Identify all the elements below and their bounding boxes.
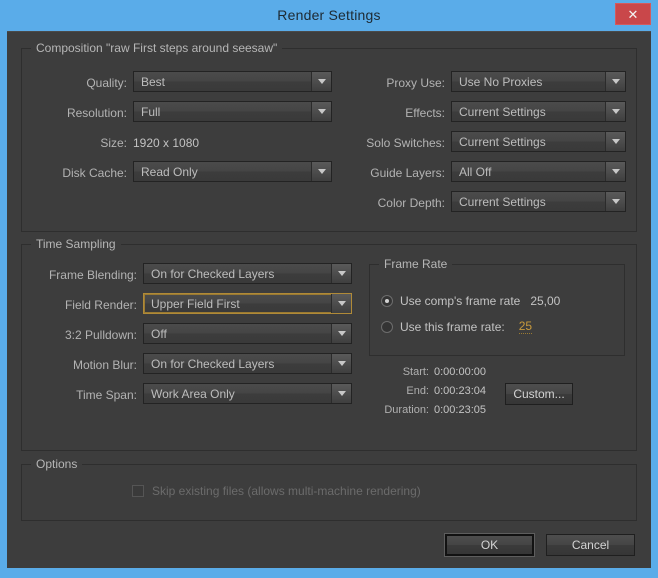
skip-existing-files-label: Skip existing files (allows multi-machin…	[152, 484, 421, 498]
radio-use-this-frame-rate-label: Use this frame rate:	[400, 319, 505, 334]
motion-blur-label: Motion Blur:	[72, 358, 137, 372]
window-title: Render Settings	[277, 7, 381, 23]
radio-icon-unselected	[381, 320, 393, 333]
ok-button[interactable]: OK	[445, 534, 534, 556]
chevron-down-icon	[311, 162, 331, 181]
time-span-dropdown-value: Work Area Only	[151, 386, 235, 401]
motion-blur-dropdown[interactable]: On for Checked Layers	[143, 353, 352, 374]
proxy-use-label: Proxy Use:	[386, 76, 445, 90]
resolution-dropdown-value: Full	[141, 104, 161, 119]
chevron-down-icon	[605, 102, 625, 121]
resolution-label: Resolution:	[66, 106, 127, 120]
size-value: 1920 x 1080	[133, 136, 200, 150]
resolution-dropdown[interactable]: Full	[133, 101, 332, 122]
pulldown-dropdown-value: Off	[151, 326, 167, 341]
custom-button[interactable]: Custom...	[505, 383, 573, 405]
start-value: 0:00:00:00	[434, 366, 486, 378]
close-icon-glyph: ✕	[627, 6, 639, 22]
chevron-down-icon	[331, 294, 351, 313]
effects-dropdown[interactable]: Current Settings	[451, 101, 626, 122]
window-titlebar: Render Settings ✕	[0, 0, 658, 31]
proxy-use-dropdown-value: Use No Proxies	[459, 74, 543, 89]
effects-dropdown-value: Current Settings	[459, 104, 546, 119]
chevron-down-icon	[311, 102, 331, 121]
motion-blur-dropdown-value: On for Checked Layers	[151, 356, 275, 371]
chevron-down-icon	[605, 162, 625, 181]
guide-layers-dropdown[interactable]: All Off	[451, 161, 626, 182]
color-depth-dropdown[interactable]: Current Settings	[451, 191, 626, 212]
chevron-down-icon	[605, 132, 625, 151]
guide-layers-dropdown-value: All Off	[459, 164, 492, 179]
field-render-dropdown[interactable]: Upper Field First	[143, 293, 352, 314]
frame-rate-group-title: Frame Rate	[379, 257, 453, 271]
size-label: Size:	[100, 136, 127, 150]
duration-value: 0:00:23:05	[434, 404, 486, 416]
chevron-down-icon	[331, 354, 351, 373]
chevron-down-icon	[605, 192, 625, 211]
pulldown-label: 3:2 Pulldown:	[64, 328, 137, 342]
time-sampling-group-title: Time Sampling	[31, 237, 121, 251]
duration-label: Duration:	[384, 404, 429, 416]
solo-switches-dropdown[interactable]: Current Settings	[451, 131, 626, 152]
composition-group-title: Composition "raw First steps around sees…	[31, 41, 283, 55]
cancel-button[interactable]: Cancel	[546, 534, 635, 556]
frame-rate-group: Frame Rate	[369, 257, 625, 356]
field-render-dropdown-value: Upper Field First	[151, 296, 240, 311]
end-label: End:	[406, 385, 429, 397]
radio-use-comp-frame-rate[interactable]: Use comp's frame rate 25,00	[381, 294, 560, 308]
radio-use-comp-frame-rate-label: Use comp's frame rate	[400, 294, 521, 308]
radio-icon-selected	[381, 295, 393, 307]
dialog-body: Composition "raw First steps around sees…	[7, 31, 651, 568]
chevron-down-icon	[331, 324, 351, 343]
disk-cache-dropdown[interactable]: Read Only	[133, 161, 332, 182]
quality-dropdown[interactable]: Best	[133, 71, 332, 92]
render-settings-window: Render Settings ✕ Composition "raw First…	[0, 0, 658, 578]
field-render-label: Field Render:	[64, 298, 137, 312]
pulldown-dropdown[interactable]: Off	[143, 323, 352, 344]
close-icon[interactable]: ✕	[615, 3, 651, 25]
chevron-down-icon	[331, 264, 351, 283]
radio-use-this-frame-rate[interactable]: Use this frame rate: 25	[381, 319, 533, 334]
frame-blending-dropdown[interactable]: On for Checked Layers	[143, 263, 352, 284]
time-span-label: Time Span:	[76, 388, 137, 402]
proxy-use-dropdown[interactable]: Use No Proxies	[451, 71, 626, 92]
chevron-down-icon	[605, 72, 625, 91]
options-group-title: Options	[31, 457, 83, 471]
frame-blending-label: Frame Blending:	[48, 268, 137, 282]
effects-label: Effects:	[405, 106, 445, 120]
checkbox-icon[interactable]	[132, 485, 144, 497]
end-value: 0:00:23:04	[434, 385, 486, 397]
solo-switches-dropdown-value: Current Settings	[459, 134, 546, 149]
color-depth-dropdown-value: Current Settings	[459, 194, 546, 209]
time-span-dropdown[interactable]: Work Area Only	[143, 383, 352, 404]
skip-existing-files-row[interactable]: Skip existing files (allows multi-machin…	[132, 484, 421, 498]
solo-switches-label: Solo Switches:	[366, 136, 445, 150]
disk-cache-label: Disk Cache:	[62, 166, 127, 180]
start-label: Start:	[402, 366, 429, 378]
chevron-down-icon	[311, 72, 331, 91]
quality-label: Quality:	[86, 76, 127, 90]
chevron-down-icon	[331, 384, 351, 403]
comp-frame-rate-value: 25,00	[530, 294, 561, 308]
guide-layers-label: Guide Layers:	[370, 166, 445, 180]
frame-blending-dropdown-value: On for Checked Layers	[151, 266, 275, 281]
color-depth-label: Color Depth:	[377, 196, 445, 210]
quality-dropdown-value: Best	[141, 74, 166, 89]
disk-cache-dropdown-value: Read Only	[141, 164, 198, 179]
custom-frame-rate-input[interactable]: 25	[518, 319, 533, 334]
